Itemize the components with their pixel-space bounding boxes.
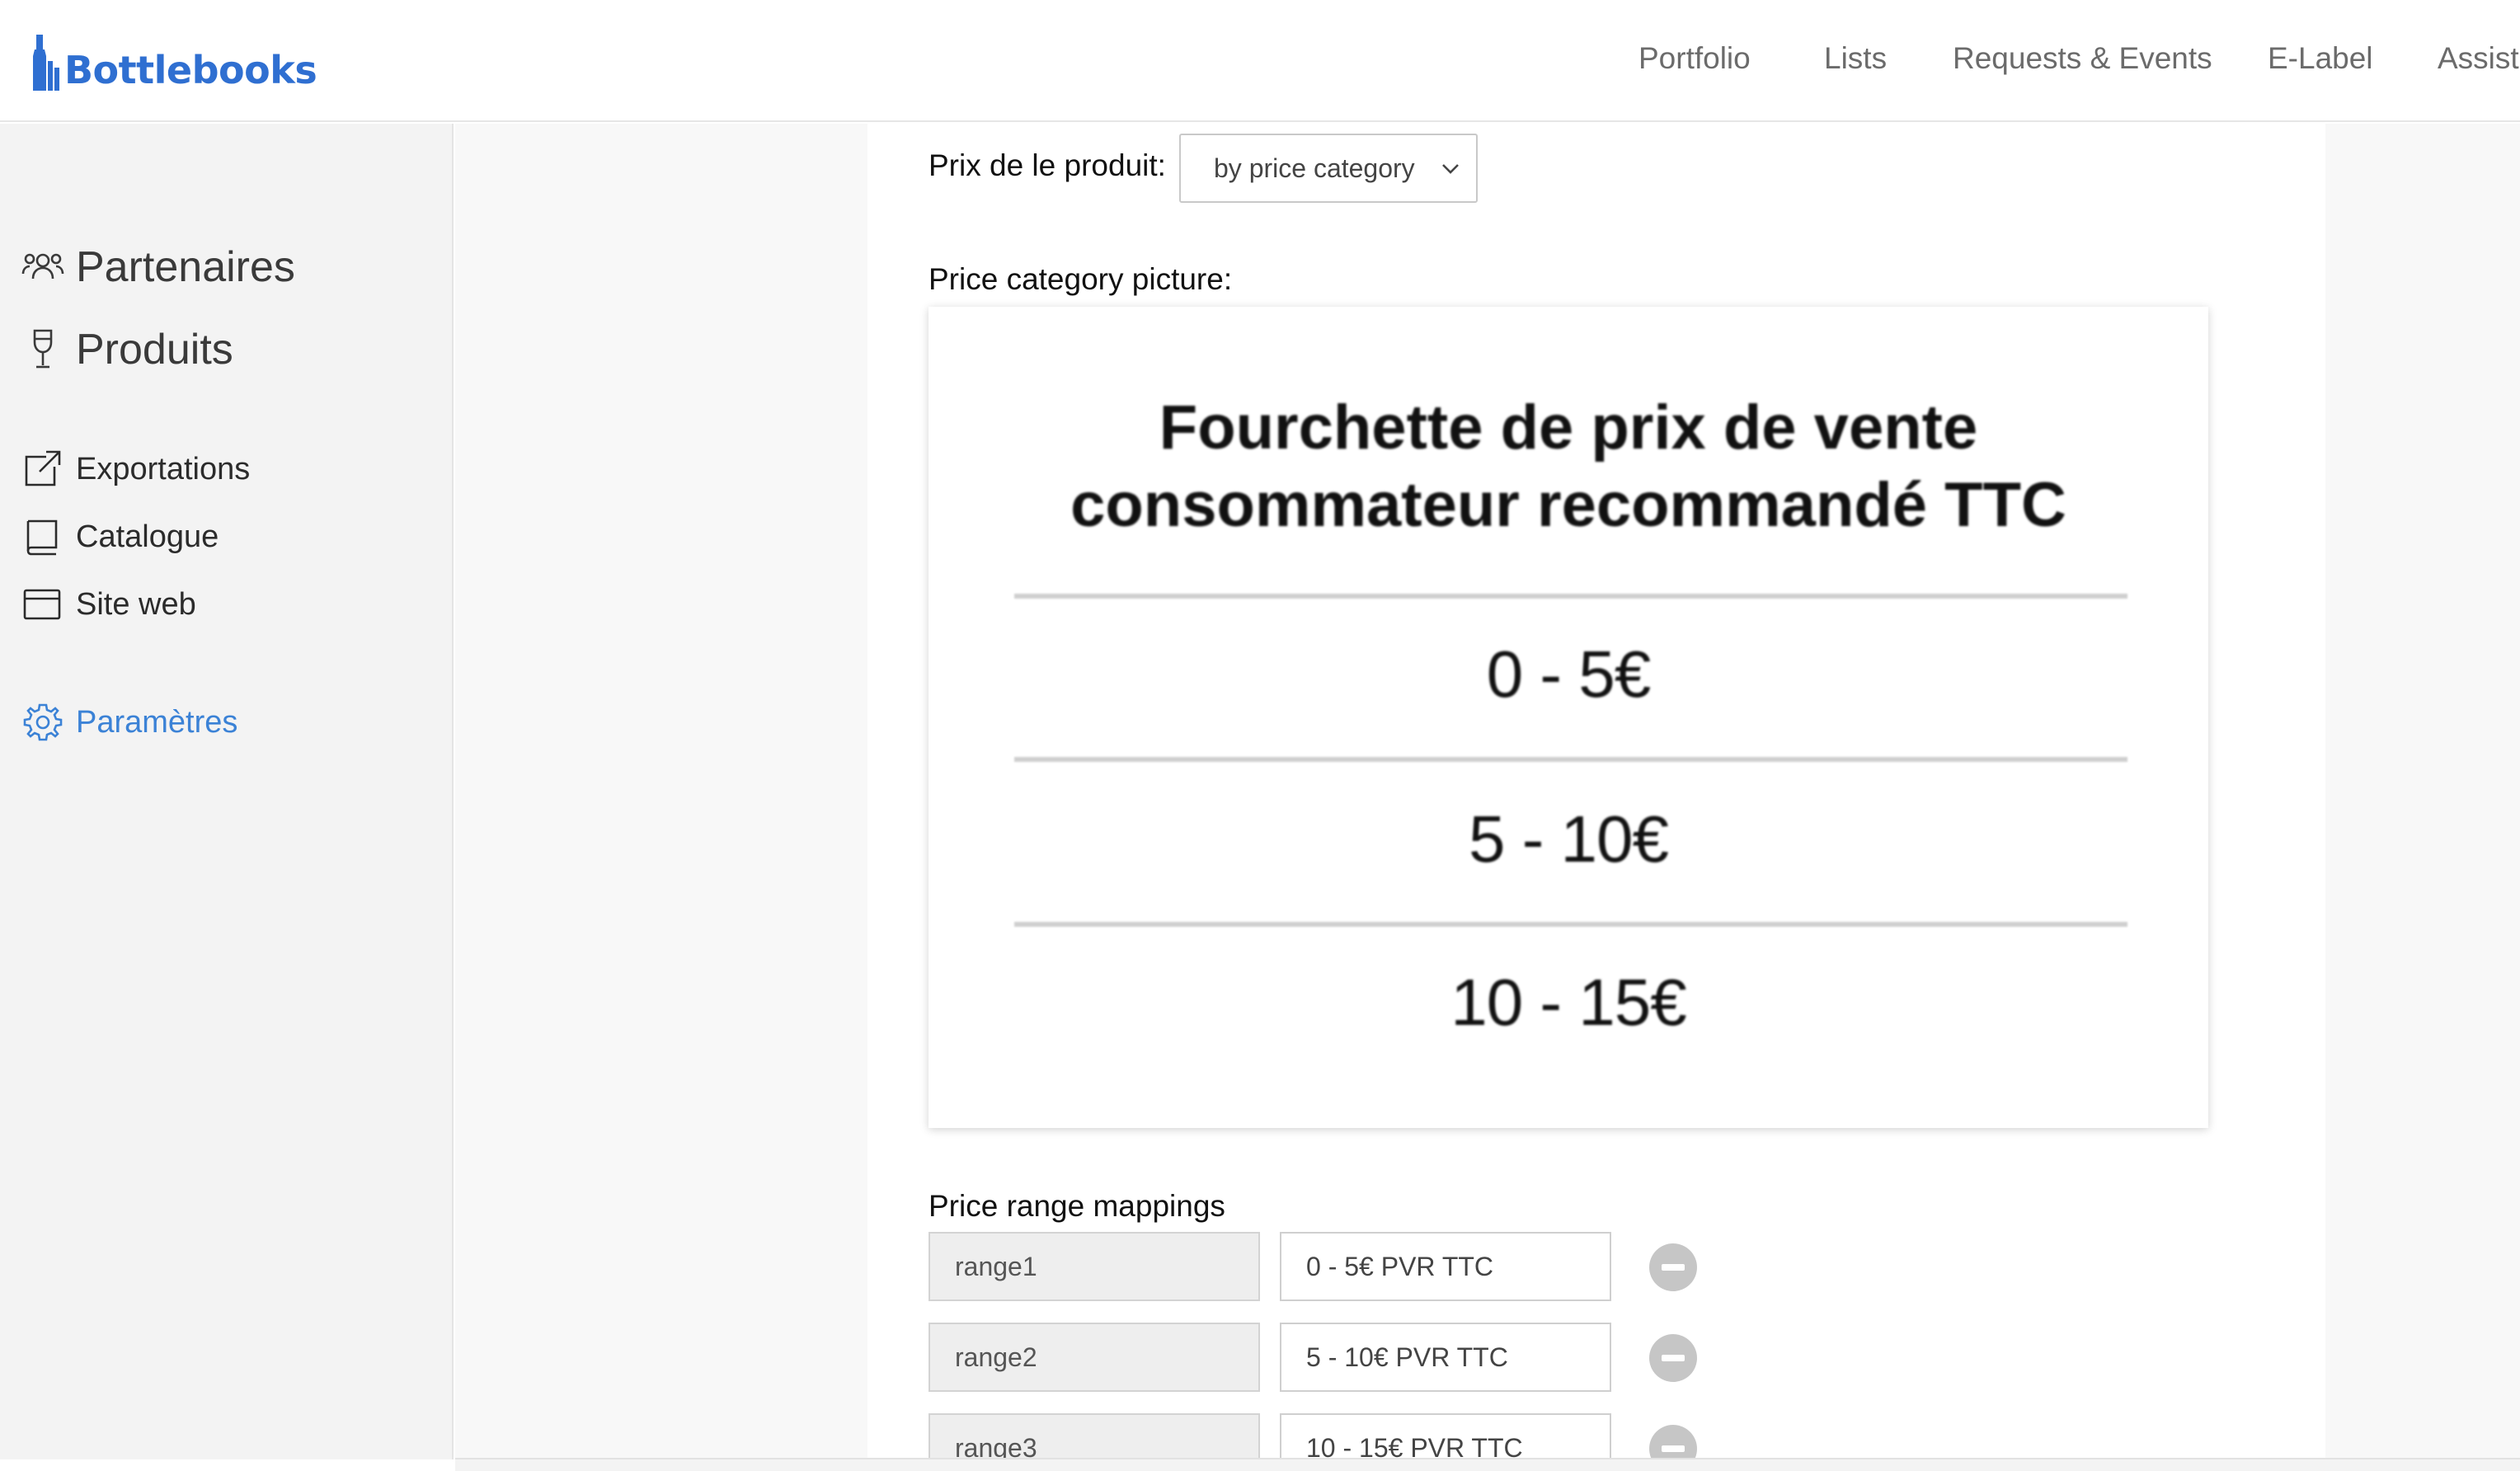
picture-range: 0 - 5€	[1486, 637, 1652, 711]
chevron-down-icon	[1440, 157, 1461, 188]
sidebar-item-label: Site web	[76, 586, 196, 622]
price-mappings-label: Price range mappings	[929, 1189, 1225, 1223]
bottom-edge	[455, 1458, 2520, 1471]
nav-requests-events[interactable]: Requests & Events	[1953, 41, 2212, 76]
sidebar: Partenaires Produits Exportations Catalo…	[0, 124, 454, 1459]
nav-portfolio[interactable]: Portfolio	[1638, 41, 1751, 76]
mapping-value-field[interactable]: 5 - 10€ PVR TTC	[1280, 1323, 1611, 1392]
nav-assistant[interactable]: Assista	[2438, 41, 2520, 76]
logo-text: Bottlebooks	[64, 48, 317, 92]
picture-divider	[1014, 922, 2127, 927]
remove-mapping-button[interactable]	[1649, 1243, 1697, 1291]
price-mode-select[interactable]: by price category	[1179, 134, 1478, 203]
sidebar-item-produits[interactable]: Produits	[21, 325, 233, 374]
sidebar-item-label: Exportations	[76, 451, 251, 486]
partners-icon	[21, 249, 64, 285]
nav-lists[interactable]: Lists	[1824, 41, 1887, 76]
mapping-key-field: range1	[929, 1232, 1260, 1301]
sidebar-item-exportations[interactable]: Exportations	[21, 450, 250, 488]
mapping-value-field[interactable]: 0 - 5€ PVR TTC	[1280, 1232, 1611, 1301]
picture-title-line1: Fourchette de prix de vente	[1159, 392, 1978, 463]
external-link-icon	[21, 450, 64, 488]
picture-title: Fourchette de prix de vente consommateur…	[929, 389, 2208, 544]
sidebar-item-label: Produits	[76, 326, 233, 374]
price-mode-label: Prix de le produit:	[929, 148, 1166, 182]
picture-divider	[1014, 757, 2127, 762]
sidebar-item-label: Partenaires	[76, 243, 295, 291]
book-icon	[21, 518, 64, 556]
sidebar-item-partenaires[interactable]: Partenaires	[21, 242, 295, 292]
sidebar-item-parametres[interactable]: Paramètres	[21, 703, 237, 742]
bottle-logo-icon	[33, 35, 59, 91]
picture-range: 10 - 15€	[1450, 966, 1687, 1039]
sidebar-item-catalogue[interactable]: Catalogue	[21, 518, 219, 556]
bottlebooks-logo[interactable]: Bottlebooks	[31, 30, 317, 92]
price-category-picture[interactable]: Fourchette de prix de vente consommateur…	[929, 307, 2208, 1128]
picture-title-line2: consommateur recommandé TTC	[1070, 470, 2066, 540]
mapping-key-field: range2	[929, 1323, 1260, 1392]
gear-icon	[21, 703, 64, 742]
remove-mapping-button[interactable]	[1649, 1334, 1697, 1382]
picture-divider	[1014, 594, 2127, 599]
sidebar-item-label: Catalogue	[76, 519, 219, 554]
top-header: Bottlebooks Portfolio Lists Requests & E…	[0, 0, 2520, 122]
picture-range: 5 - 10€	[1468, 802, 1669, 876]
browser-window-icon	[21, 585, 64, 623]
wine-glass-icon	[21, 329, 64, 370]
price-mode-value: by price category	[1214, 153, 1415, 183]
sidebar-item-label: Paramètres	[76, 704, 238, 740]
nav-e-label[interactable]: E-Label	[2268, 41, 2373, 76]
price-picture-label: Price category picture:	[929, 262, 1233, 296]
sidebar-item-site-web[interactable]: Site web	[21, 585, 196, 623]
